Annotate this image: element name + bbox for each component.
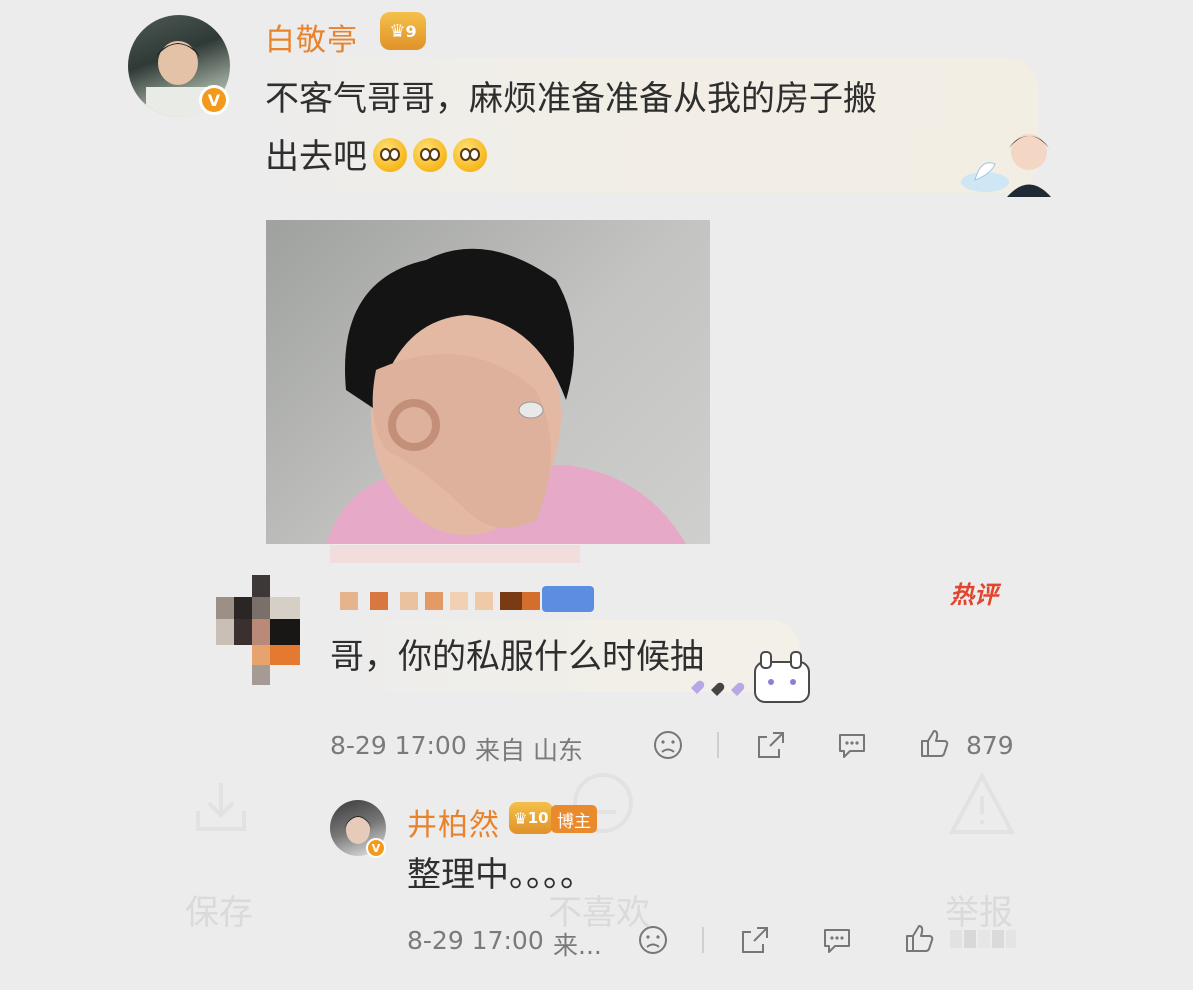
username[interactable]: 白敬亭 xyxy=(265,15,358,59)
comment-text: 不客气哥哥，麻烦准备准备从我的房子搬 出去吧 xyxy=(265,70,1025,186)
save-menu-label[interactable]: 保存 xyxy=(185,885,253,934)
surprised-emoji-icon xyxy=(373,138,407,172)
comment-location: 来自 山东 xyxy=(475,736,583,765)
crown-icon: ♛ xyxy=(513,808,528,828)
like-count-blur xyxy=(950,926,1016,952)
share-icon[interactable] xyxy=(755,729,787,761)
reply-text: 整理中。。。。 xyxy=(407,855,594,895)
crown-icon: ♛ xyxy=(389,20,406,42)
bubble-decoration-avatar xyxy=(945,122,1055,197)
report-icon xyxy=(948,770,1016,838)
comment-time: 8-29 17:00 xyxy=(330,731,467,760)
surprised-emoji-icon xyxy=(453,138,487,172)
username[interactable]: 井柏然 xyxy=(407,800,500,844)
comment-line: 不客气哥哥，麻烦准备准备从我的房子搬 xyxy=(265,79,877,119)
comment-line: 出去吧 xyxy=(265,128,1025,186)
level-badge: ♛ 9 xyxy=(380,12,426,50)
save-icon xyxy=(190,775,252,837)
comment-line-text: 出去吧 xyxy=(265,137,367,177)
dislike-face-icon[interactable] xyxy=(652,729,684,761)
comment-icon[interactable] xyxy=(836,729,868,761)
like-icon[interactable] xyxy=(903,922,935,954)
pixelated-avatar[interactable] xyxy=(216,575,304,685)
like-icon[interactable] xyxy=(918,727,950,759)
surprised-emoji-icon xyxy=(413,138,447,172)
author-tag: 博主 xyxy=(551,805,597,833)
level-badge: ♛ 10 xyxy=(509,802,553,834)
level-number: 9 xyxy=(405,21,417,41)
like-count: 879 xyxy=(966,731,1014,760)
hot-comment-label: 热评 xyxy=(950,581,998,609)
verified-badge: V xyxy=(199,85,229,115)
hearts-rabbit-decoration xyxy=(685,650,815,705)
comment-time: 8-29 17:00 xyxy=(407,926,544,955)
level-number: 10 xyxy=(527,809,549,827)
comment-icon[interactable] xyxy=(821,924,853,956)
divider xyxy=(702,927,704,953)
comment-location: 来... xyxy=(553,931,602,960)
dislike-face-icon[interactable] xyxy=(637,924,669,956)
comment-image[interactable] xyxy=(266,220,710,544)
pixelated-username-blur xyxy=(330,540,600,620)
verified-badge: V xyxy=(366,838,386,858)
share-icon[interactable] xyxy=(739,924,771,956)
comment-text: 哥，你的私服什么时候抽 xyxy=(330,637,704,677)
divider xyxy=(717,732,719,758)
